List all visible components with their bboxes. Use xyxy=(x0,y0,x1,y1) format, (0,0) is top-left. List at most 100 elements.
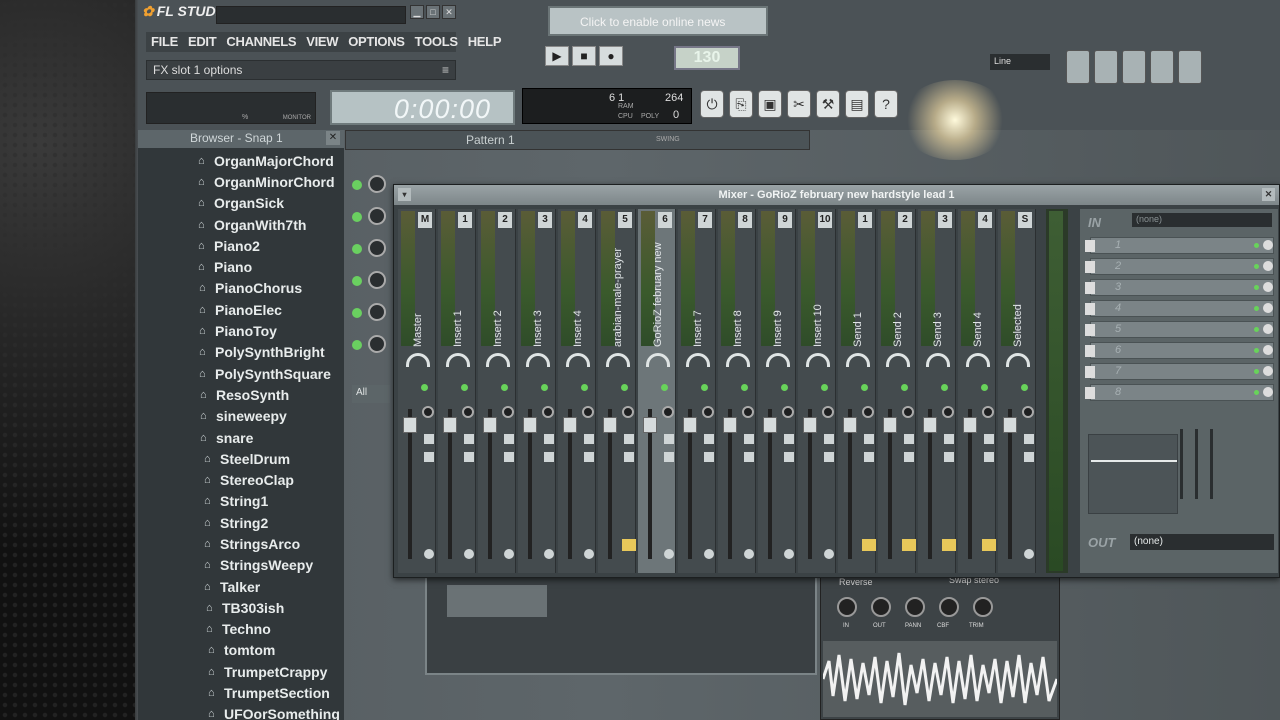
enable-led[interactable] xyxy=(821,384,828,391)
close-icon[interactable]: ✕ xyxy=(326,131,340,145)
channel-knob[interactable] xyxy=(368,207,386,225)
mute-button[interactable] xyxy=(864,434,874,444)
fader-handle[interactable] xyxy=(843,417,857,433)
input-select[interactable]: (none) xyxy=(1132,213,1272,227)
mixer-icon[interactable] xyxy=(1150,50,1174,84)
list-item[interactable]: ⌂ tomtom xyxy=(138,640,344,661)
enable-led[interactable] xyxy=(781,384,788,391)
fader-handle[interactable] xyxy=(883,417,897,433)
stereo-knob[interactable] xyxy=(622,406,634,418)
list-item[interactable]: ⌂ StringsWeepy xyxy=(138,555,344,576)
pan-knob[interactable] xyxy=(926,353,950,367)
browser-icon[interactable] xyxy=(1178,50,1202,84)
list-item[interactable]: ⌂ OrganWith7th xyxy=(138,214,344,235)
mixer-strip[interactable]: S Selected xyxy=(998,209,1036,573)
menu-icon[interactable]: ▾ xyxy=(398,188,411,201)
list-item[interactable]: ⌂ sineweepy xyxy=(138,406,344,427)
power-icon[interactable]: ⏻ xyxy=(700,90,724,118)
channel-knob[interactable] xyxy=(368,303,386,321)
slot-menu-icon[interactable] xyxy=(1085,282,1095,294)
enable-led[interactable] xyxy=(461,384,468,391)
list-item[interactable]: ⌂ Talker xyxy=(138,576,344,597)
playlist-icon[interactable] xyxy=(1066,50,1090,84)
out-knob[interactable] xyxy=(871,597,891,617)
stereo-knob[interactable] xyxy=(942,406,954,418)
stereo-knob[interactable] xyxy=(1022,406,1034,418)
list-item[interactable]: ⌂ TrumpetSection xyxy=(138,682,344,703)
minimize-icon[interactable]: ▁ xyxy=(410,5,424,19)
mute-button[interactable] xyxy=(624,434,634,444)
list-item[interactable]: ⌂ TB303ish xyxy=(138,597,344,618)
mute-button[interactable] xyxy=(704,434,714,444)
mute-button[interactable] xyxy=(664,434,674,444)
list-item[interactable]: ⌂ String2 xyxy=(138,512,344,533)
fader-handle[interactable] xyxy=(523,417,537,433)
channel-led[interactable] xyxy=(352,340,362,350)
in-knob[interactable] xyxy=(837,597,857,617)
tempo-display[interactable]: 130 xyxy=(674,46,740,70)
fader-handle[interactable] xyxy=(763,417,777,433)
route-button[interactable] xyxy=(984,452,994,462)
list-item[interactable]: ⌂ PianoElec xyxy=(138,299,344,320)
channel-led[interactable] xyxy=(352,212,362,222)
record-button[interactable] xyxy=(584,549,594,559)
list-item[interactable]: ⌂ SteelDrum xyxy=(138,448,344,469)
mute-button[interactable] xyxy=(904,434,914,444)
list-item[interactable]: ⌂ StereoClap xyxy=(138,469,344,490)
list-item[interactable]: ⌂ TrumpetCrappy xyxy=(138,661,344,682)
stereo-knob[interactable] xyxy=(502,406,514,418)
list-item[interactable]: ⌂ UFOorSomething xyxy=(138,704,344,720)
pan-knob[interactable] xyxy=(606,353,630,367)
slot-menu-icon[interactable] xyxy=(1085,345,1095,357)
enable-led[interactable] xyxy=(1021,384,1028,391)
mute-button[interactable] xyxy=(1024,434,1034,444)
mute-button[interactable] xyxy=(504,434,514,444)
slot-led[interactable] xyxy=(1254,306,1259,311)
route-button[interactable] xyxy=(784,452,794,462)
fx-slot[interactable]: 6 xyxy=(1085,342,1274,359)
mixer-strip[interactable]: 2 Insert 2 xyxy=(478,209,516,573)
filter-all[interactable]: All xyxy=(352,385,390,403)
record-button[interactable] xyxy=(664,549,674,559)
fader-handle[interactable] xyxy=(963,417,977,433)
channel-led[interactable] xyxy=(352,276,362,286)
close-icon[interactable]: ✕ xyxy=(442,5,456,19)
fx-slot[interactable]: 7 xyxy=(1085,363,1274,380)
slot-led[interactable] xyxy=(1254,348,1259,353)
list-item[interactable]: ⌂ StringsArco xyxy=(138,533,344,554)
reverse-option[interactable]: Reverse xyxy=(839,577,873,587)
route-button[interactable] xyxy=(464,452,474,462)
stereo-knob[interactable] xyxy=(902,406,914,418)
help-icon[interactable]: ? xyxy=(874,90,898,118)
fader-handle[interactable] xyxy=(483,417,497,433)
fader-handle[interactable] xyxy=(603,417,617,433)
pan-knob[interactable] xyxy=(566,353,590,367)
fx-slot[interactable]: 5 xyxy=(1085,321,1274,338)
eq-display[interactable] xyxy=(1088,434,1178,514)
enable-led[interactable] xyxy=(621,384,628,391)
list-item[interactable]: ⌂ Techno xyxy=(138,619,344,640)
pan-knob[interactable] xyxy=(726,353,750,367)
pan-knob[interactable] xyxy=(766,353,790,367)
mixer-strip[interactable]: 4 Insert 4 xyxy=(558,209,596,573)
slot-led[interactable] xyxy=(1254,390,1259,395)
mixer-strip-selected[interactable]: 6 GoRioZ february new xyxy=(638,209,676,573)
mixer-strip[interactable]: 8 Insert 8 xyxy=(718,209,756,573)
slot-menu-icon[interactable] xyxy=(1085,240,1095,252)
mixer-strip[interactable]: 7 Insert 7 xyxy=(678,209,716,573)
pan-knob[interactable] xyxy=(486,353,510,367)
stereo-knob[interactable] xyxy=(422,406,434,418)
mixer-strip[interactable]: 2 Send 2 xyxy=(878,209,916,573)
list-item[interactable]: ⌂ OrganMinorChord xyxy=(138,171,344,192)
cut-icon[interactable]: ✂ xyxy=(787,90,811,118)
mixer-strip[interactable]: 10 Insert 10 xyxy=(798,209,836,573)
stereo-knob[interactable] xyxy=(782,406,794,418)
enable-led[interactable] xyxy=(901,384,908,391)
route-button[interactable] xyxy=(504,452,514,462)
cbf-knob[interactable] xyxy=(939,597,959,617)
slot-led[interactable] xyxy=(1254,369,1259,374)
enable-led[interactable] xyxy=(661,384,668,391)
play-icon[interactable]: ▶ xyxy=(545,46,569,66)
stereo-knob[interactable] xyxy=(702,406,714,418)
route-button[interactable] xyxy=(864,452,874,462)
